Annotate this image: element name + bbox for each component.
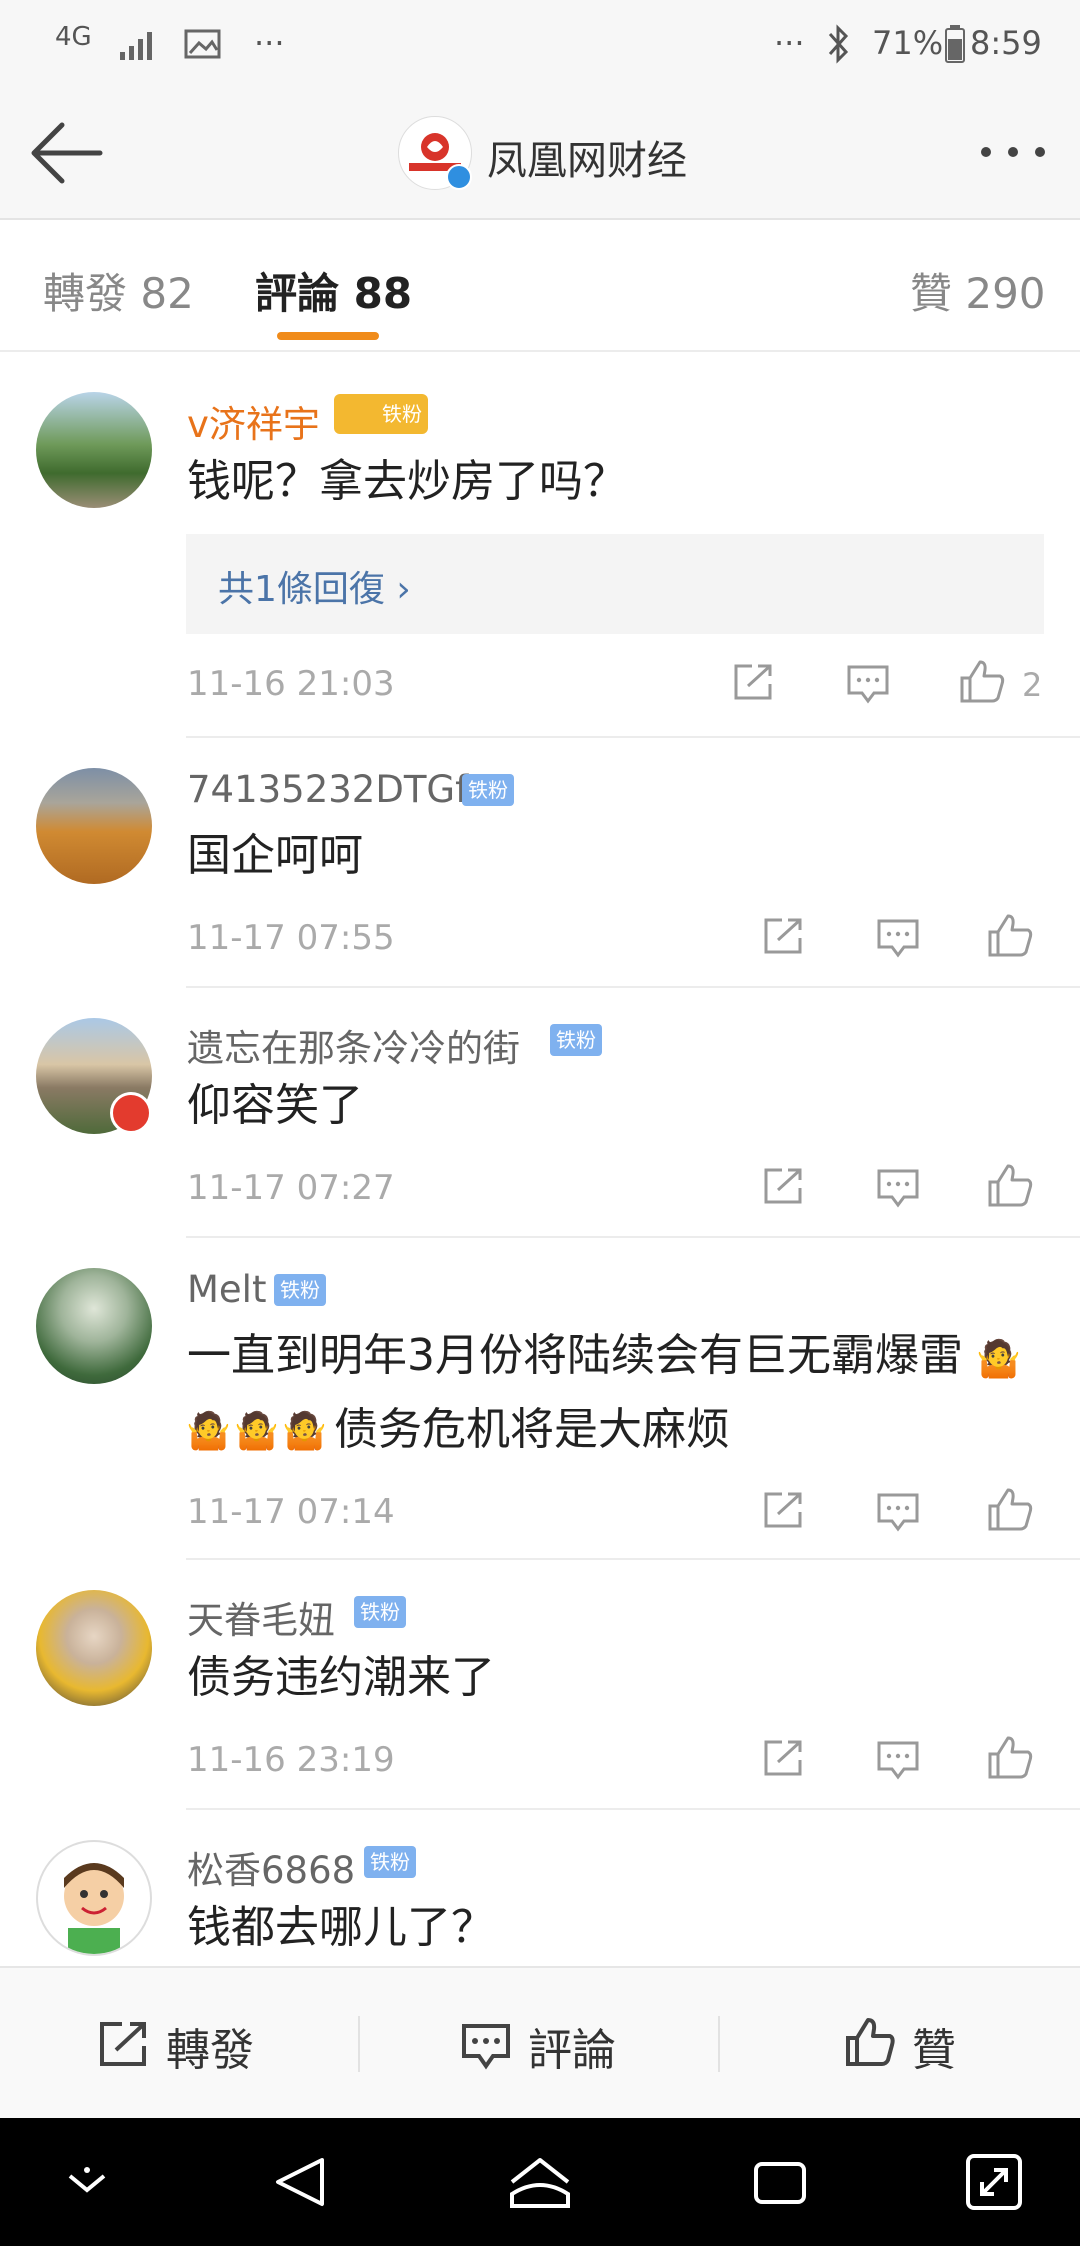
tab-bar: 轉發 82 評論 88 贊 290 <box>0 220 1080 352</box>
like-icon[interactable] <box>958 658 1006 704</box>
comment-username[interactable]: Melt <box>187 1268 266 1311</box>
bluetooth-icon <box>826 24 852 64</box>
repost-icon[interactable] <box>762 1166 806 1206</box>
fan-badge: 铁粉 <box>382 402 422 426</box>
tab-active-indicator <box>277 332 379 340</box>
comment-time: 11-17 07:14 <box>187 1492 395 1532</box>
right-dots: ··· <box>774 24 805 62</box>
signal-icon <box>118 26 160 62</box>
red-badge-icon <box>110 1092 152 1134</box>
comment-icon[interactable] <box>876 1492 920 1532</box>
shrug-emoji-icon: 🤷 <box>234 1411 279 1452</box>
like-icon[interactable] <box>986 912 1034 958</box>
tab-likes[interactable]: 贊 290 <box>910 260 1046 321</box>
battery-percent: 71% <box>872 24 944 62</box>
home-icon[interactable] <box>508 2156 572 2210</box>
repost-button[interactable]: 轉發 <box>98 2014 298 2076</box>
comment-item: 天眷毛妞 铁粉 债务违约潮来了 11-16 23:19 <box>0 1560 1080 1808</box>
comment-icon[interactable] <box>846 664 890 704</box>
fan-badge: 铁粉 <box>550 1024 602 1056</box>
repost-label: 轉發 <box>166 2025 254 2076</box>
comment-icon[interactable] <box>876 1740 920 1780</box>
status-bar: 4G ··· ··· 71% 8:59 <box>0 0 1080 90</box>
separator <box>718 2016 720 2072</box>
avatar[interactable] <box>36 392 152 508</box>
fan-badge: 铁粉 <box>274 1274 326 1306</box>
comment-time: 11-17 07:55 <box>187 918 395 958</box>
repost-icon[interactable] <box>762 1490 806 1530</box>
repost-icon[interactable] <box>732 662 776 702</box>
comment-label: 評論 <box>528 2025 616 2076</box>
comment-time: 11-17 07:27 <box>187 1168 395 1208</box>
comment-text: 钱呢？拿去炒房了吗？ <box>187 456 627 507</box>
shrug-emoji-icon: 🤷 <box>976 1339 1021 1380</box>
fan-badge: 铁粉 <box>364 1846 416 1878</box>
comment-text: 债务违约潮来了 <box>187 1652 495 1703</box>
network-indicator: 4G <box>55 22 92 52</box>
comment-username[interactable]: 74135232DTGf <box>187 768 468 811</box>
reply-summary-link[interactable]: 共1條回復 › <box>218 560 411 612</box>
bottom-action-bar: 轉發 評論 贊 <box>0 1966 1080 2120</box>
reply-summary-box[interactable]: 共1條回復 › <box>186 534 1044 634</box>
comment-item: Melt 铁粉 一直到明年3月份将陆续会有巨无霸爆雷 🤷 🤷 🤷 🤷 债务危机将… <box>0 1238 1080 1558</box>
comment-text-line2: 债务危机将是大麻烦 <box>334 1404 730 1455</box>
back-icon[interactable] <box>272 2154 328 2210</box>
avatar[interactable] <box>36 1268 152 1384</box>
more-notifications: ··· <box>254 24 285 62</box>
avatar[interactable] <box>36 768 152 884</box>
comment-text: 国企呵呵 <box>187 830 363 881</box>
like-label: 贊 <box>912 2025 956 2076</box>
tab-comments[interactable]: 評論 88 <box>255 260 412 321</box>
comment-item: v济祥宇 铁粉 钱呢？拿去炒房了吗？ 共1條回復 › 11-16 21:03 2 <box>0 352 1080 736</box>
comment-icon[interactable] <box>876 1168 920 1208</box>
clock: 8:59 <box>970 24 1042 62</box>
shrug-emoji-icon: 🤷 <box>186 1411 231 1452</box>
battery-icon <box>944 24 966 64</box>
fan-badge: 铁粉 <box>462 774 514 806</box>
repost-icon[interactable] <box>762 916 806 956</box>
comment-item: 74135232DTGf 铁粉 国企呵呵 11-17 07:55 <box>0 738 1080 986</box>
avatar[interactable] <box>36 1590 152 1706</box>
comment-time: 11-16 23:19 <box>187 1740 395 1780</box>
system-nav-bar <box>0 2118 1080 2246</box>
like-icon[interactable] <box>986 1486 1034 1532</box>
account-title[interactable]: 凤凰网财经 <box>487 128 687 186</box>
tab-repost[interactable]: 轉發 82 <box>43 260 194 321</box>
like-count: 2 <box>1022 666 1043 704</box>
comment-icon[interactable] <box>876 918 920 958</box>
back-arrow-icon[interactable] <box>28 118 104 188</box>
comment-icon <box>460 2022 512 2070</box>
image-icon <box>184 28 222 60</box>
like-icon[interactable] <box>986 1162 1034 1208</box>
like-button[interactable]: 贊 <box>844 2012 1004 2076</box>
comment-username[interactable]: 松香6868 <box>187 1840 355 1894</box>
header: 凤凰网财经 <box>0 90 1080 220</box>
comment-item: 遗忘在那条冷冷的街 铁粉 仰容笑了 11-17 07:27 <box>0 988 1080 1236</box>
chevron-down-icon[interactable] <box>64 2166 110 2200</box>
comment-text: 钱都去哪儿了？ <box>187 1902 495 1953</box>
comment-username[interactable]: 遗忘在那条冷冷的街 <box>187 1018 520 1072</box>
crown-badge-icon: 铁粉 <box>334 394 428 434</box>
comment-text: 仰容笑了 <box>187 1080 363 1131</box>
verified-icon <box>446 164 472 190</box>
comment-time: 11-16 21:03 <box>187 664 395 704</box>
recent-apps-icon[interactable] <box>752 2160 808 2206</box>
expand-icon[interactable] <box>964 2152 1024 2212</box>
comment-username[interactable]: v济祥宇 <box>187 394 320 448</box>
like-icon <box>844 2016 896 2068</box>
more-options-icon[interactable] <box>978 142 1048 162</box>
repost-icon[interactable] <box>762 1738 806 1778</box>
comment-item: 松香6868 铁粉 钱都去哪儿了？ <box>0 1810 1080 1966</box>
like-icon[interactable] <box>986 1734 1034 1780</box>
separator <box>358 2016 360 2072</box>
avatar[interactable] <box>36 1840 152 1956</box>
comment-button[interactable]: 評論 <box>460 2014 660 2076</box>
fan-badge: 铁粉 <box>354 1596 406 1628</box>
comment-username[interactable]: 天眷毛妞 <box>187 1590 335 1644</box>
shrug-emoji-icon: 🤷 <box>282 1411 327 1452</box>
comment-text: 一直到明年3月份将陆续会有巨无霸爆雷 <box>187 1330 963 1381</box>
repost-icon <box>98 2020 150 2068</box>
